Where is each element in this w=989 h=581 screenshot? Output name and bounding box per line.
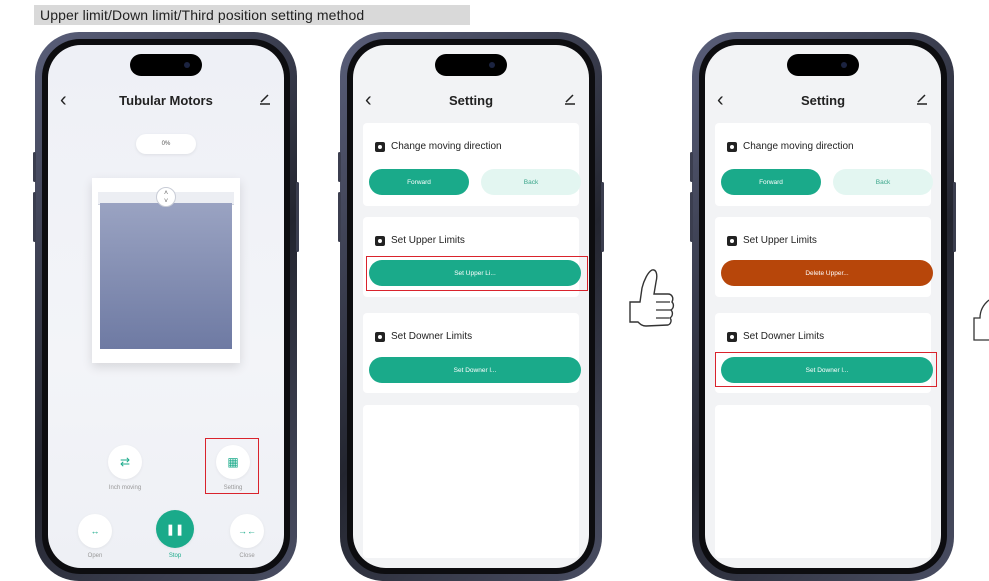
direction-title: Change moving direction: [375, 141, 502, 152]
stop-label: Stop: [168, 553, 182, 559]
inch-moving-label: Inch moving: [108, 485, 142, 491]
section-icon: [375, 235, 385, 246]
open-button[interactable]: ↔: [78, 514, 112, 548]
direction-title: Change moving direction: [727, 141, 854, 152]
forward-button[interactable]: Forward: [369, 169, 469, 195]
page-title: Setting: [800, 93, 846, 108]
open-icon: ↔: [90, 526, 100, 536]
stop-button[interactable]: ❚❚: [156, 510, 194, 548]
upper-limits-card: Set Upper Limits Delete Upper...: [715, 217, 933, 297]
forward-button[interactable]: Forward: [721, 169, 821, 195]
close-label: Close: [239, 553, 255, 559]
upper-limits-title: Set Upper Limits: [375, 235, 465, 246]
setting-screen: ‹ Setting Change moving direction Forwar…: [353, 45, 589, 568]
inch-moving-icon: ⇄: [119, 455, 131, 469]
upper-limit-highlight: [366, 256, 588, 291]
close-icon: →←: [238, 526, 256, 536]
setting-screen: ‹ Setting Change moving direction Forwar…: [705, 45, 941, 568]
back-button[interactable]: Back: [833, 169, 933, 195]
dynamic-island: [435, 54, 507, 76]
direction-card: Change moving direction Forward Back: [363, 123, 581, 206]
upper-limits-title: Set Upper Limits: [727, 235, 817, 246]
section-icon: [375, 141, 385, 152]
inch-moving-button[interactable]: ⇄: [108, 445, 142, 479]
dynamic-island: [130, 54, 202, 76]
phone-setting-1: ‹ Setting Change moving direction Forwar…: [338, 32, 604, 581]
downer-limits-title: Set Downer Limits: [727, 331, 824, 342]
section-icon: [727, 331, 737, 342]
phone-tubular-motors: ‹ Tubular Motors 0% ˄ ˅ ⇄ Inch moving ▦ S…: [33, 32, 299, 581]
curtain-fabric: [100, 203, 232, 349]
back-button[interactable]: Back: [481, 169, 581, 195]
empty-card: [715, 405, 931, 558]
section-icon: [727, 141, 737, 152]
motor-screen: ‹ Tubular Motors 0% ˄ ˅ ⇄ Inch moving ▦ S…: [48, 45, 284, 568]
page-title: Tubular Motors: [119, 93, 213, 108]
delete-upper-limit-button[interactable]: Delete Upper...: [721, 260, 933, 286]
edit-icon[interactable]: [915, 92, 929, 106]
curtain-drag-handle[interactable]: ˄ ˅: [156, 187, 176, 207]
edit-icon[interactable]: [563, 92, 577, 106]
downer-limits-title: Set Downer Limits: [375, 331, 472, 342]
close-button[interactable]: →←: [230, 514, 264, 548]
page-title: Setting: [448, 93, 494, 108]
set-downer-limit-button[interactable]: Set Downer l...: [369, 357, 581, 383]
downer-limits-card: Set Downer Limits Set Downer l...: [363, 313, 581, 393]
position-percent: 0%: [136, 134, 196, 154]
phone-setting-2: ‹ Setting Change moving direction Forwar…: [690, 32, 956, 581]
pause-icon: ❚❚: [165, 523, 185, 536]
section-banner: Upper limit/Down limit/Third position se…: [34, 5, 470, 25]
direction-card: Change moving direction Forward Back: [715, 123, 933, 206]
curtain-visual: ˄ ˅: [92, 178, 240, 363]
setting-highlight: [205, 438, 259, 494]
downer-limit-highlight: [715, 352, 937, 387]
open-label: Open: [87, 553, 103, 559]
section-icon: [727, 235, 737, 246]
edit-icon[interactable]: [258, 92, 272, 106]
thumbs-up-icon: [973, 299, 989, 341]
dynamic-island: [787, 54, 859, 76]
empty-card: [363, 405, 579, 558]
thumbs-up-icon: [629, 269, 675, 327]
section-icon: [375, 331, 385, 342]
